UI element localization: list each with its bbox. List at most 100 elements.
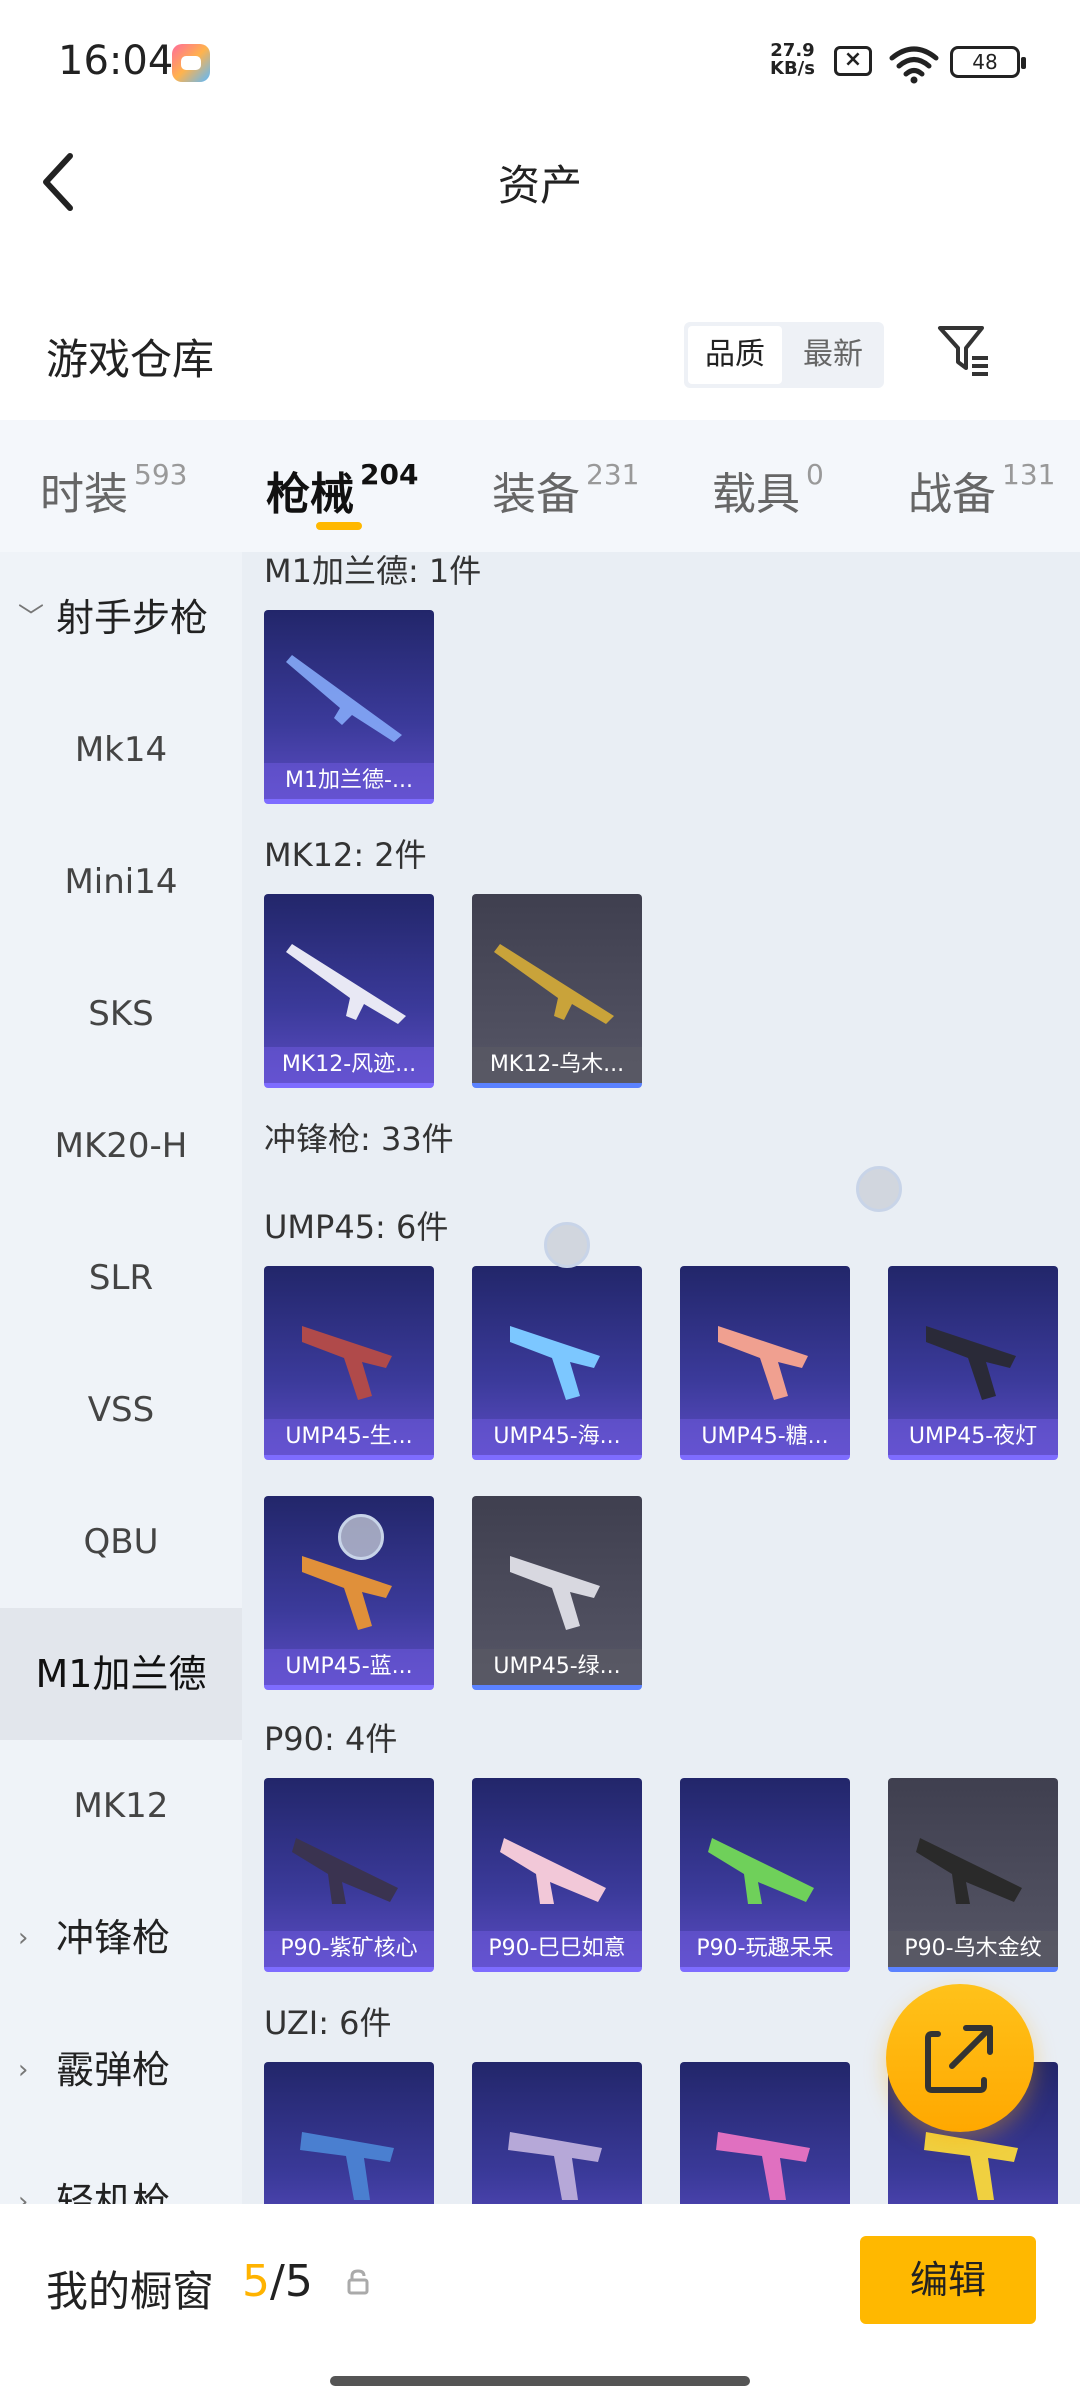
smg-icon: [510, 1556, 600, 1630]
tab-label: 枪械: [266, 469, 354, 520]
smg-icon: [716, 2132, 810, 2200]
skin-name: UMP45-蓝...: [264, 1649, 434, 1685]
tab-label: 装备: [492, 469, 580, 520]
lock-icon: [347, 2269, 369, 2295]
skin-card[interactable]: [472, 2062, 642, 2204]
touch-indicator: [544, 1222, 590, 1268]
skin-name: UMP45-生...: [264, 1419, 434, 1455]
skin-card[interactable]: [680, 2062, 850, 2204]
sidebar-item-mini14[interactable]: Mini14: [0, 816, 242, 948]
sidebar-group-label: 轻机枪: [56, 2180, 171, 2204]
group-header-ump45: UMP45: 6件: [264, 1208, 449, 1246]
sidebar-group-shotgun[interactable]: › 霰弹枪: [0, 2004, 242, 2136]
sort-newest-button[interactable]: 最新: [786, 326, 880, 384]
smg-icon: [300, 2132, 394, 2200]
weapon-skin-list: M1加兰德: 1件 M1加兰德-... MK12: 2件 MK12-风迹... …: [242, 552, 1080, 2204]
share-button[interactable]: [886, 1984, 1034, 2132]
skin-name: UMP45-海...: [472, 1419, 642, 1455]
tab-label: 战备: [908, 469, 996, 520]
sidebar-group-label: 冲锋枪: [56, 1916, 171, 1960]
sidebar-group-marksman[interactable]: ﹀ 射手步枪: [0, 552, 242, 684]
showcase-current: 5: [242, 2256, 270, 2307]
tab-label: 载具: [712, 469, 800, 520]
skin-card[interactable]: P90-乌木金纹: [888, 1778, 1058, 1972]
sidebar-group-label: 射手步枪: [56, 596, 209, 640]
skin-name: UMP45-夜灯: [888, 1419, 1058, 1455]
group-header-uzi: UZI: 6件: [264, 2004, 392, 2042]
sidebar-item-mk12[interactable]: MK12: [0, 1740, 242, 1872]
battery-icon: 48: [950, 46, 1026, 78]
skin-card[interactable]: UMP45-海...: [472, 1266, 642, 1460]
tab-label: 时装: [40, 469, 128, 520]
showcase-total: /5: [270, 2256, 313, 2307]
smg-icon: [500, 1838, 606, 1904]
rifle-icon: [286, 944, 406, 1024]
group-header-smg: 冲锋枪: 33件: [264, 1120, 454, 1158]
tab-count: 0: [806, 458, 824, 491]
skin-card[interactable]: P90-巳巳如意: [472, 1778, 642, 1972]
tab-vehicles[interactable]: 载具 0: [712, 458, 824, 520]
filter-icon[interactable]: [936, 322, 992, 378]
tab-count: 204: [360, 458, 419, 491]
sidebar-group-lmg[interactable]: › 轻机枪: [0, 2136, 242, 2204]
group-header-p90: P90: 4件: [264, 1720, 398, 1758]
sort-quality-button[interactable]: 品质: [688, 326, 782, 384]
skin-name: MK12-乌木...: [472, 1047, 642, 1083]
skin-card[interactable]: M1加兰德-...: [264, 610, 434, 804]
sidebar-item-vss[interactable]: VSS: [0, 1344, 242, 1476]
skin-card[interactable]: P90-紫矿核心: [264, 1778, 434, 1972]
sidebar-item-slr[interactable]: SLR: [0, 1212, 242, 1344]
tab-count: 593: [134, 458, 188, 491]
smg-icon: [926, 1326, 1016, 1400]
tab-supplies[interactable]: 战备 131: [908, 458, 1056, 520]
smg-icon: [510, 1326, 600, 1400]
home-indicator[interactable]: [330, 2376, 750, 2386]
skin-name: MK12-风迹...: [264, 1047, 434, 1083]
skin-name: UMP45-糖...: [680, 1419, 850, 1455]
sidebar-group-label: 霰弹枪: [56, 2048, 171, 2092]
skin-name: P90-巳巳如意: [472, 1931, 642, 1967]
touch-indicator: [856, 1166, 902, 1212]
sidebar-item-qbu[interactable]: QBU: [0, 1476, 242, 1608]
skin-card[interactable]: UMP45-生...: [264, 1266, 434, 1460]
active-tab-indicator: [316, 522, 362, 530]
skin-card[interactable]: P90-玩趣呆呆: [680, 1778, 850, 1972]
game-app-icon: [172, 44, 210, 82]
chevron-right-icon: ›: [18, 2187, 29, 2204]
section-title: 游戏仓库: [46, 335, 215, 384]
status-time: 16:04: [58, 38, 174, 84]
sidebar-item-mk14[interactable]: Mk14: [0, 684, 242, 816]
skin-name: P90-紫矿核心: [264, 1931, 434, 1967]
skin-card[interactable]: MK12-乌木...: [472, 894, 642, 1088]
sort-toggle: 品质 最新: [684, 322, 884, 388]
skin-name: UMP45-绿...: [472, 1649, 642, 1685]
skin-card[interactable]: UMP45-夜灯: [888, 1266, 1058, 1460]
smg-icon: [708, 1838, 814, 1904]
skin-name: P90-乌木金纹: [888, 1931, 1058, 1967]
skin-card[interactable]: UMP45-绿...: [472, 1496, 642, 1690]
skin-name: M1加兰德-...: [264, 763, 434, 799]
skin-card[interactable]: UMP45-糖...: [680, 1266, 850, 1460]
skin-card[interactable]: [264, 2062, 434, 2204]
chevron-down-icon: ﹀: [18, 603, 45, 633]
skin-card[interactable]: MK12-风迹...: [264, 894, 434, 1088]
tab-count: 131: [1002, 458, 1056, 491]
sidebar-item-m1garand[interactable]: M1加兰德: [0, 1608, 242, 1740]
edit-button[interactable]: 编辑: [860, 2236, 1036, 2324]
sidebar-item-mk20h[interactable]: MK20-H: [0, 1080, 242, 1212]
share-icon: [925, 2025, 993, 2093]
sidebar-item-sks[interactable]: SKS: [0, 948, 242, 1080]
tab-firearms[interactable]: 枪械 204: [266, 458, 419, 520]
smg-icon: [508, 2132, 602, 2200]
rifle-icon: [286, 655, 402, 742]
sidebar-group-smg[interactable]: › 冲锋枪: [0, 1872, 242, 2004]
wifi-icon: [889, 46, 939, 84]
smg-icon: [718, 1326, 808, 1400]
tab-equipment[interactable]: 装备 231: [492, 458, 639, 520]
tab-fashion[interactable]: 时装 593: [40, 458, 188, 520]
chevron-right-icon: ›: [18, 2055, 29, 2085]
rifle-icon: [494, 944, 614, 1024]
group-header-mk12: MK12: 2件: [264, 836, 427, 874]
net-speed: 27.9 KB/s: [770, 42, 815, 78]
group-header-m1garand: M1加兰德: 1件: [264, 552, 482, 590]
